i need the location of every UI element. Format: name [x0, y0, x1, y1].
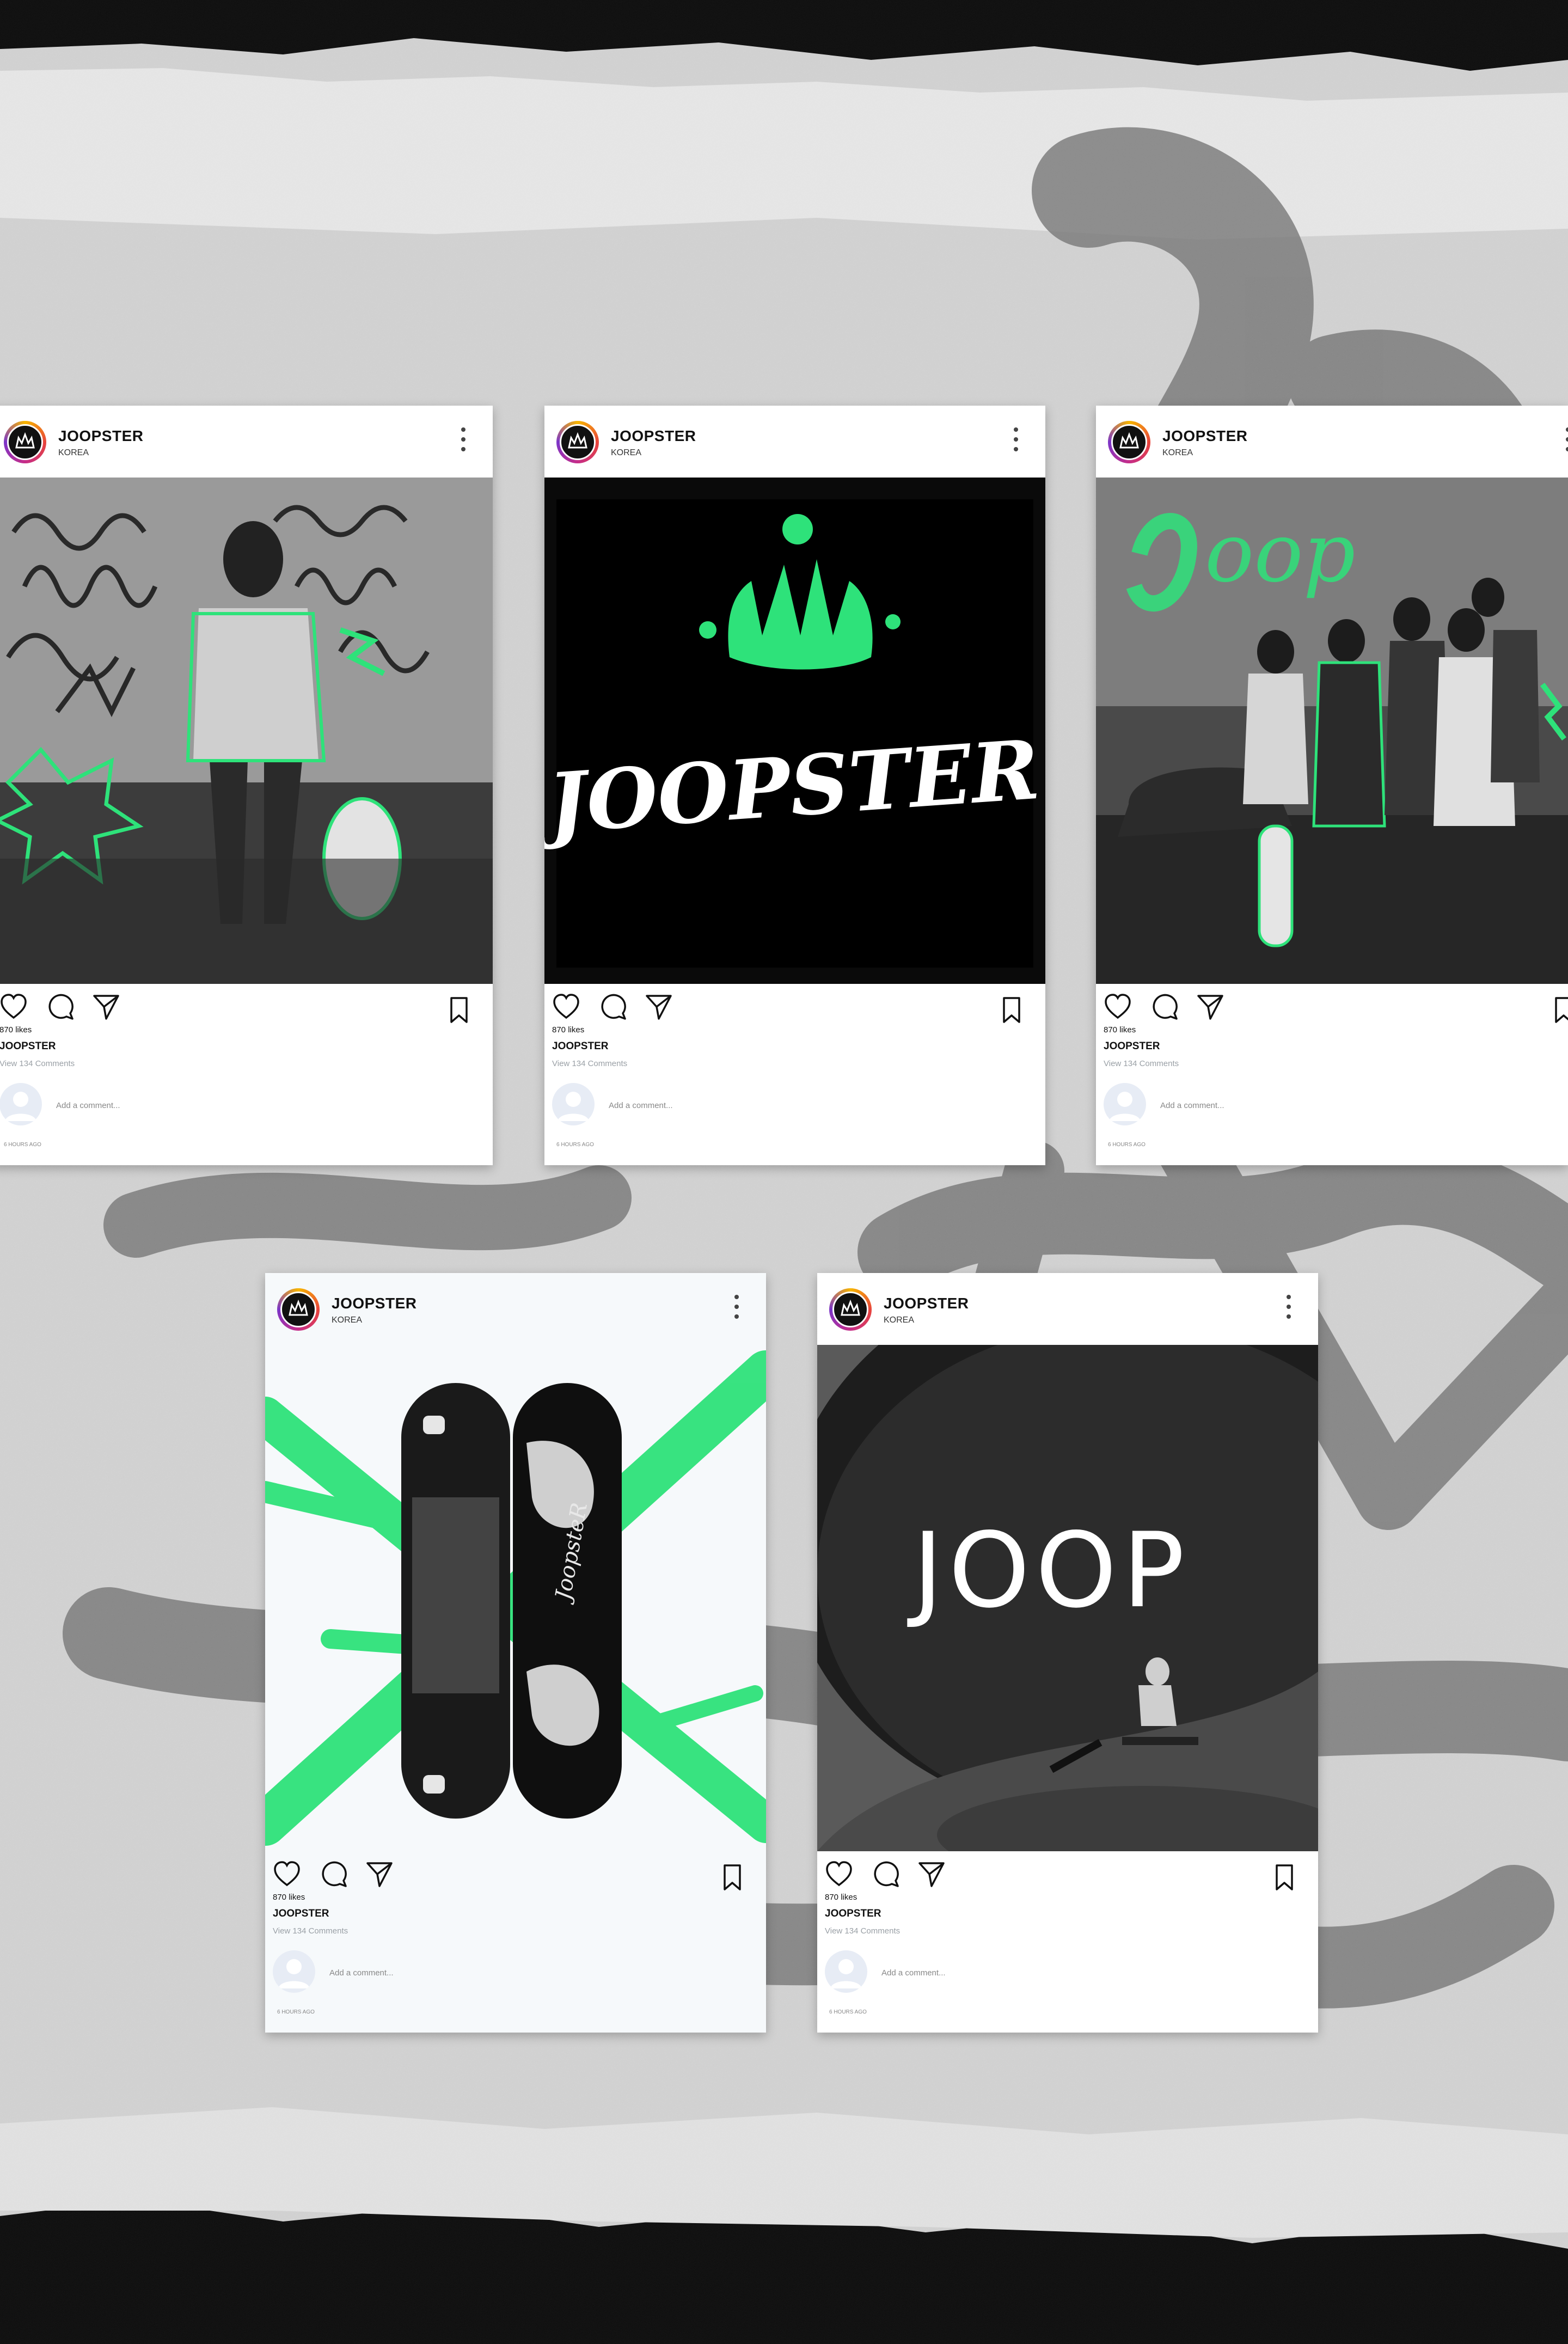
- comment-icon[interactable]: [318, 1859, 349, 1889]
- heart-icon[interactable]: [824, 1859, 854, 1889]
- comment-icon[interactable]: [45, 992, 76, 1022]
- post-header: JOOPSTER KOREA: [544, 406, 1045, 478]
- avatar[interactable]: [277, 1288, 320, 1331]
- like-count: 870 likes: [273, 1893, 305, 1902]
- overlay-text: JOOP: [907, 1510, 1190, 1631]
- like-count: 870 likes: [552, 1025, 585, 1035]
- view-comments-link[interactable]: View 134 Comments: [825, 1926, 900, 1936]
- bookmark-icon[interactable]: [1269, 1862, 1300, 1893]
- avatar[interactable]: [4, 421, 46, 463]
- comment-input[interactable]: [1160, 1097, 1487, 1113]
- send-icon[interactable]: [91, 992, 121, 1022]
- heart-icon[interactable]: [1102, 992, 1133, 1022]
- post-actions: [0, 986, 493, 1024]
- heart-icon[interactable]: [0, 992, 29, 1022]
- caption-username[interactable]: JOOPSTER: [0, 1041, 56, 1052]
- post-card: JOOPSTER KOREA JoopsteR 870 likes JOOPST…: [265, 1273, 766, 2033]
- post-card: JOOPSTER KOREA 870 likes JOOPSTER View 1…: [0, 406, 493, 1165]
- crown-logo-icon: [289, 1299, 308, 1316]
- like-count: 870 likes: [0, 1025, 32, 1035]
- timestamp: 6 HOURS AGO: [277, 2009, 315, 2015]
- location[interactable]: KOREA: [58, 448, 89, 458]
- post-header: JOOPSTER KOREA: [0, 406, 493, 478]
- post-actions: [265, 1853, 766, 1892]
- heart-icon[interactable]: [272, 1859, 302, 1889]
- username[interactable]: JOOPSTER: [1162, 427, 1247, 445]
- view-comments-link[interactable]: View 134 Comments: [552, 1059, 627, 1068]
- like-count: 870 likes: [825, 1893, 857, 1902]
- view-comments-link[interactable]: View 134 Comments: [273, 1926, 348, 1936]
- bookmark-icon[interactable]: [1548, 995, 1568, 1025]
- comment-input[interactable]: [56, 1097, 383, 1113]
- timestamp: 6 HOURS AGO: [4, 1142, 41, 1148]
- crown-logo-icon: [15, 432, 35, 449]
- timestamp: 6 HOURS AGO: [556, 1142, 594, 1148]
- comment-input[interactable]: [329, 1964, 656, 1981]
- post-actions: [817, 1853, 1318, 1892]
- view-comments-link[interactable]: View 134 Comments: [0, 1059, 75, 1068]
- view-comments-link[interactable]: View 134 Comments: [1104, 1059, 1179, 1068]
- bookmark-icon[interactable]: [996, 995, 1027, 1025]
- comment-avatar: [825, 1950, 867, 1993]
- timestamp: 6 HOURS AGO: [829, 2009, 867, 2015]
- timestamp: 6 HOURS AGO: [1108, 1142, 1146, 1148]
- crown-logo-icon: [568, 432, 587, 449]
- comment-avatar: [1104, 1083, 1146, 1125]
- crown-logo-icon: [1119, 432, 1139, 449]
- post-card: JOOPSTER KOREA oop 870 likes JOOPSTER Vi…: [1096, 406, 1568, 1165]
- send-icon[interactable]: [916, 1859, 947, 1889]
- post-image[interactable]: JOOPSTER: [544, 478, 1045, 984]
- comment-icon[interactable]: [1149, 992, 1180, 1022]
- heart-icon[interactable]: [551, 992, 581, 1022]
- avatar[interactable]: [829, 1288, 872, 1331]
- post-header: JOOPSTER KOREA: [265, 1273, 766, 1345]
- username[interactable]: JOOPSTER: [611, 427, 696, 445]
- more-icon[interactable]: [1565, 427, 1568, 458]
- post-image[interactable]: [0, 478, 493, 984]
- comment-input[interactable]: [609, 1097, 935, 1113]
- post-image[interactable]: JoopsteR: [265, 1345, 766, 1851]
- bookmark-icon[interactable]: [444, 995, 474, 1025]
- location[interactable]: KOREA: [611, 448, 641, 458]
- comment-icon[interactable]: [598, 992, 628, 1022]
- avatar[interactable]: [556, 421, 599, 463]
- more-icon[interactable]: [1285, 1295, 1292, 1325]
- more-icon[interactable]: [1013, 427, 1019, 458]
- send-icon[interactable]: [1195, 992, 1226, 1022]
- post-card: JOOPSTER KOREA JOOP 870 likes JOOPSTER V…: [817, 1273, 1318, 2033]
- caption-username[interactable]: JOOPSTER: [552, 1041, 608, 1052]
- comment-avatar: [552, 1083, 595, 1125]
- post-header: JOOPSTER KOREA: [817, 1273, 1318, 1345]
- post-actions: [544, 986, 1045, 1024]
- caption-username[interactable]: JOOPSTER: [1104, 1041, 1160, 1052]
- post-header: JOOPSTER KOREA: [1096, 406, 1568, 478]
- username[interactable]: JOOPSTER: [58, 427, 143, 445]
- location[interactable]: KOREA: [1162, 448, 1193, 458]
- more-icon[interactable]: [460, 427, 467, 458]
- comment-avatar: [273, 1950, 315, 1993]
- avatar[interactable]: [1108, 421, 1150, 463]
- post-image[interactable]: JOOP: [817, 1345, 1318, 1851]
- location[interactable]: KOREA: [884, 1315, 914, 1325]
- username[interactable]: JOOPSTER: [332, 1295, 416, 1312]
- send-icon[interactable]: [644, 992, 674, 1022]
- post-card: JOOPSTER KOREA JOOPSTER 870 likes JOOPST…: [544, 406, 1045, 1165]
- torn-paper-background: [0, 0, 1568, 2344]
- svg-text:oop: oop: [1205, 506, 1356, 601]
- send-icon[interactable]: [364, 1859, 395, 1889]
- location[interactable]: KOREA: [332, 1315, 362, 1325]
- comment-input[interactable]: [881, 1964, 1208, 1981]
- caption-username[interactable]: JOOPSTER: [273, 1908, 329, 1920]
- username[interactable]: JOOPSTER: [884, 1295, 969, 1312]
- more-icon[interactable]: [733, 1295, 740, 1325]
- post-image[interactable]: oop: [1096, 478, 1568, 984]
- caption-username[interactable]: JOOPSTER: [825, 1908, 881, 1920]
- comment-icon[interactable]: [871, 1859, 901, 1889]
- like-count: 870 likes: [1104, 1025, 1136, 1035]
- crown-logo-icon: [841, 1299, 860, 1316]
- comment-avatar: [0, 1083, 42, 1125]
- post-actions: [1096, 986, 1568, 1024]
- bookmark-icon[interactable]: [717, 1862, 748, 1893]
